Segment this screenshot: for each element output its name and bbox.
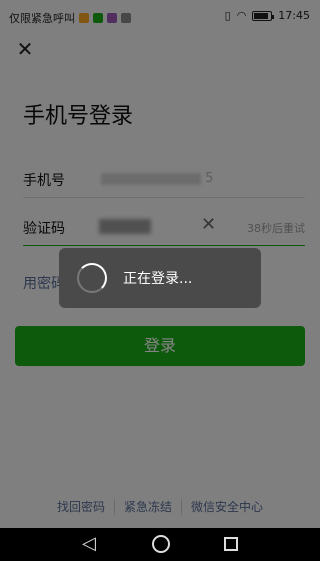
spinner-icon [77, 263, 107, 293]
wechat-login-screen: 仅限紧急呼叫 ▯ ◠ 17:45 ✕ 手机号登录 手机号 5 验证码 ✕ 38秒… [0, 0, 320, 583]
back-icon[interactable]: ◁ [82, 534, 96, 554]
toast-text: 正在登录... [123, 271, 193, 287]
android-nav-bar: ◁ [0, 528, 320, 561]
recent-apps-icon[interactable] [224, 537, 238, 551]
loading-toast: 正在登录... [59, 248, 261, 308]
home-icon[interactable] [152, 535, 170, 553]
bottom-margin [0, 561, 320, 583]
